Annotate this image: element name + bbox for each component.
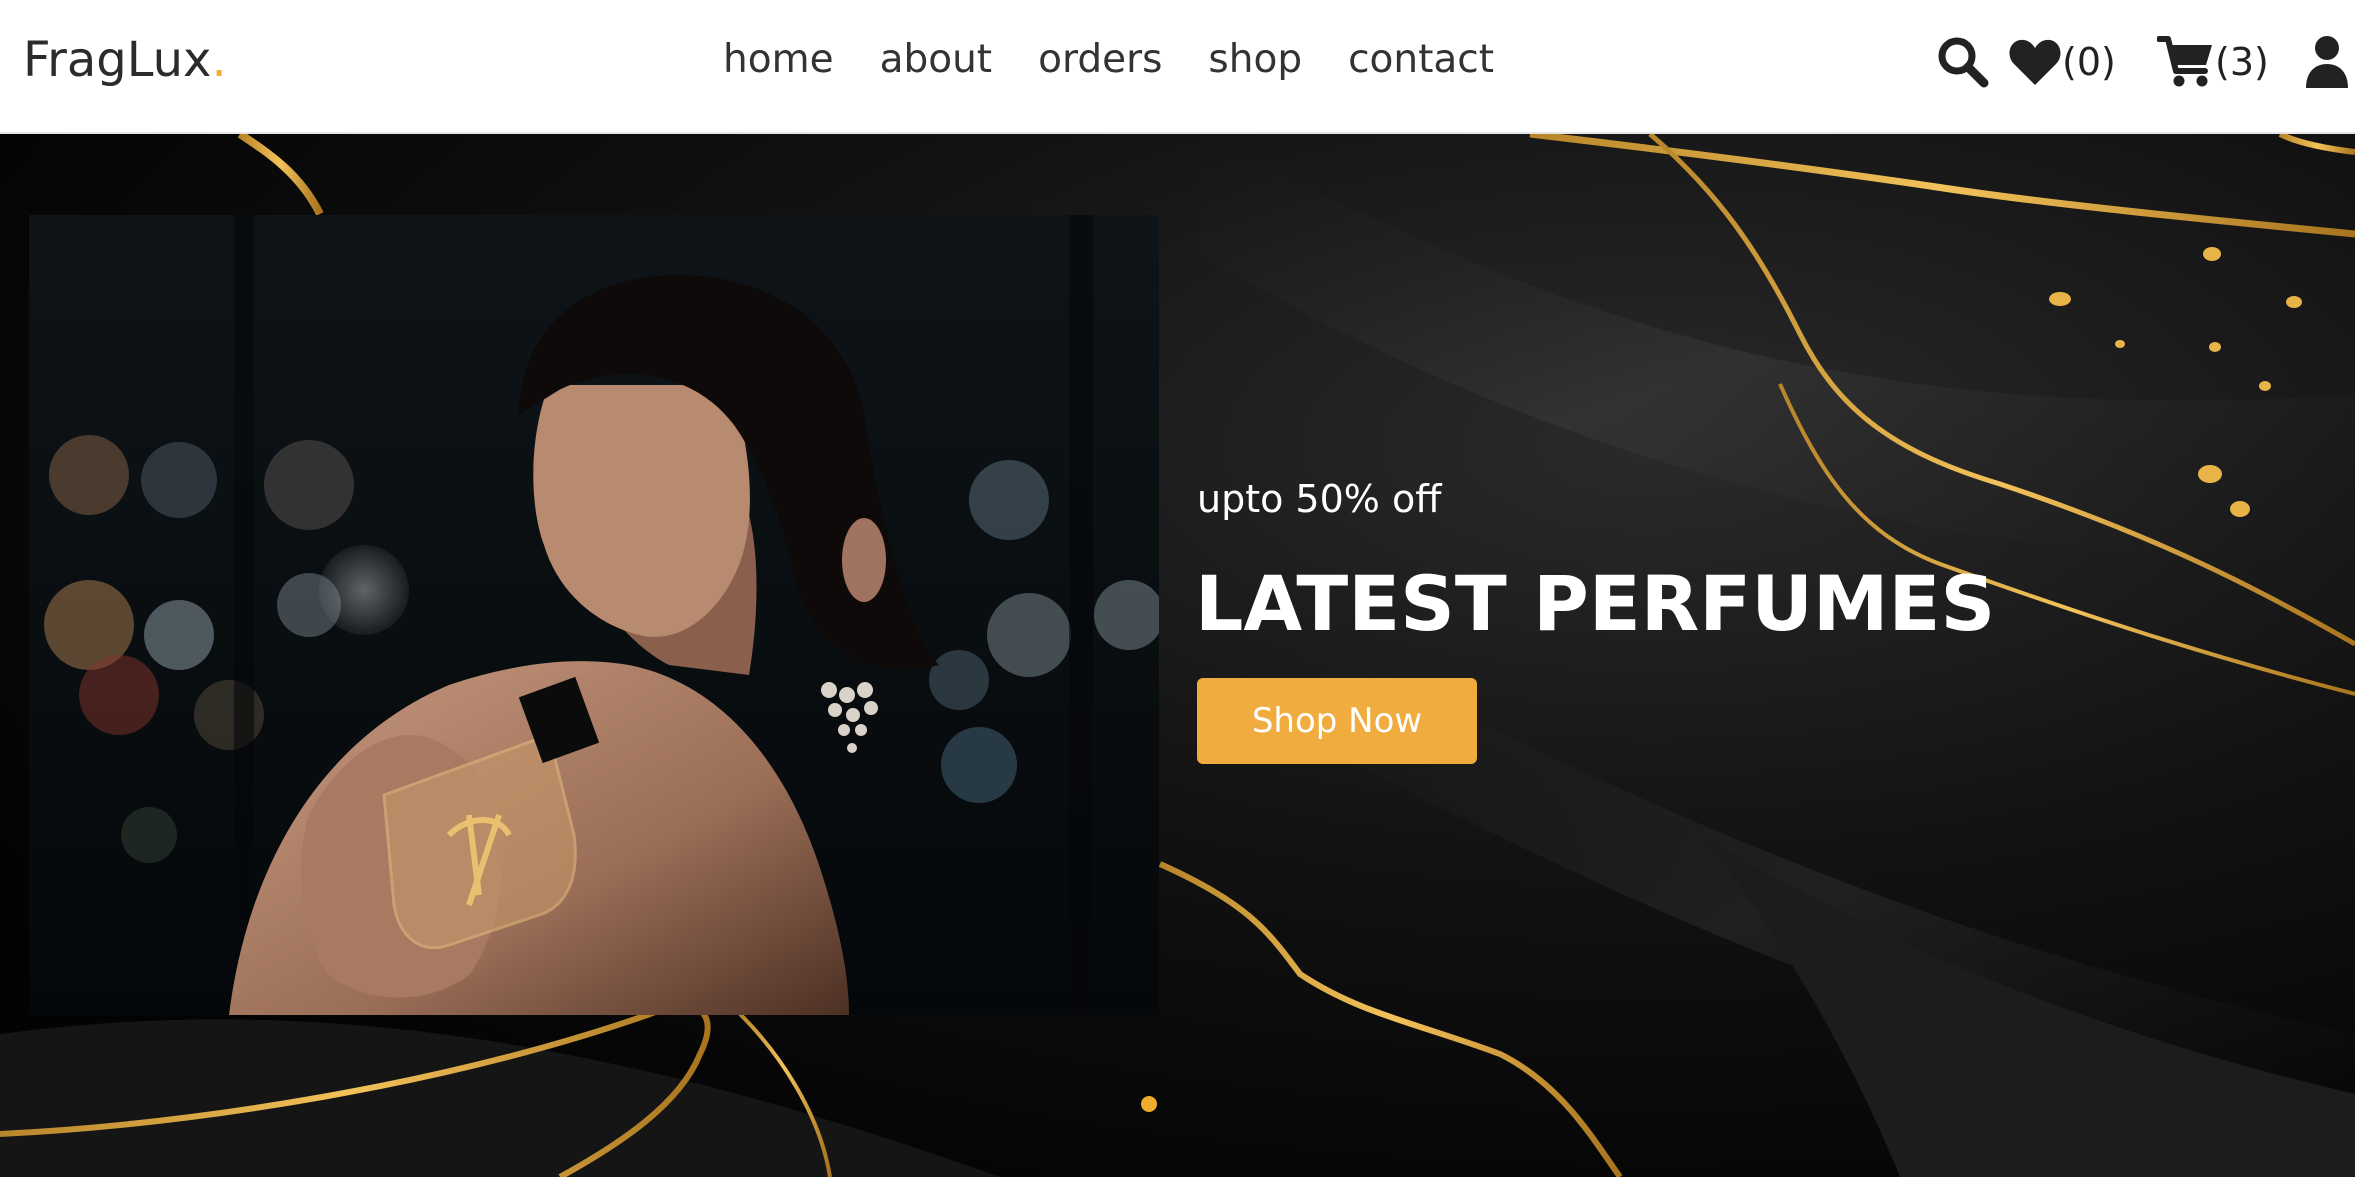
- user-icon: [2306, 36, 2348, 88]
- perfume-model-photo: [29, 215, 1159, 1015]
- nav-home[interactable]: home: [723, 30, 834, 90]
- wishlist-count: (0): [2062, 40, 2116, 84]
- site-header: FragLux. home about orders shop contact …: [0, 0, 2355, 134]
- heart-icon: [2009, 39, 2061, 85]
- wishlist-button[interactable]: (0): [2008, 30, 2116, 94]
- hero-image: [29, 215, 1159, 1015]
- hero-banner: upto 50% off LATEST PERFUMES Shop Now: [0, 134, 2355, 1177]
- shop-now-button[interactable]: Shop Now: [1197, 678, 1477, 764]
- slider-dot-1[interactable]: [1141, 1096, 1157, 1112]
- search-icon: [1938, 37, 1989, 88]
- cart-icon: [2157, 36, 2212, 87]
- cart-count: (3): [2215, 40, 2269, 84]
- hero-offer-text: upto 50% off: [1197, 477, 1442, 521]
- nav-shop[interactable]: shop: [1208, 30, 1302, 90]
- main-nav: home about orders shop contact: [723, 30, 1494, 90]
- nav-about[interactable]: about: [880, 30, 993, 90]
- nav-contact[interactable]: contact: [1348, 30, 1494, 90]
- brand-dot: .: [211, 32, 227, 88]
- search-button[interactable]: [1935, 30, 1991, 94]
- account-button[interactable]: [2305, 30, 2349, 94]
- cart-button[interactable]: (3): [2157, 30, 2269, 94]
- hero-title: LATEST PERFUMES: [1195, 559, 1996, 648]
- brand-logo[interactable]: FragLux.: [23, 30, 227, 90]
- brand-name[interactable]: FragLux: [23, 32, 211, 88]
- nav-orders[interactable]: orders: [1038, 30, 1162, 90]
- header-icons: (0) (3): [1935, 30, 2355, 94]
